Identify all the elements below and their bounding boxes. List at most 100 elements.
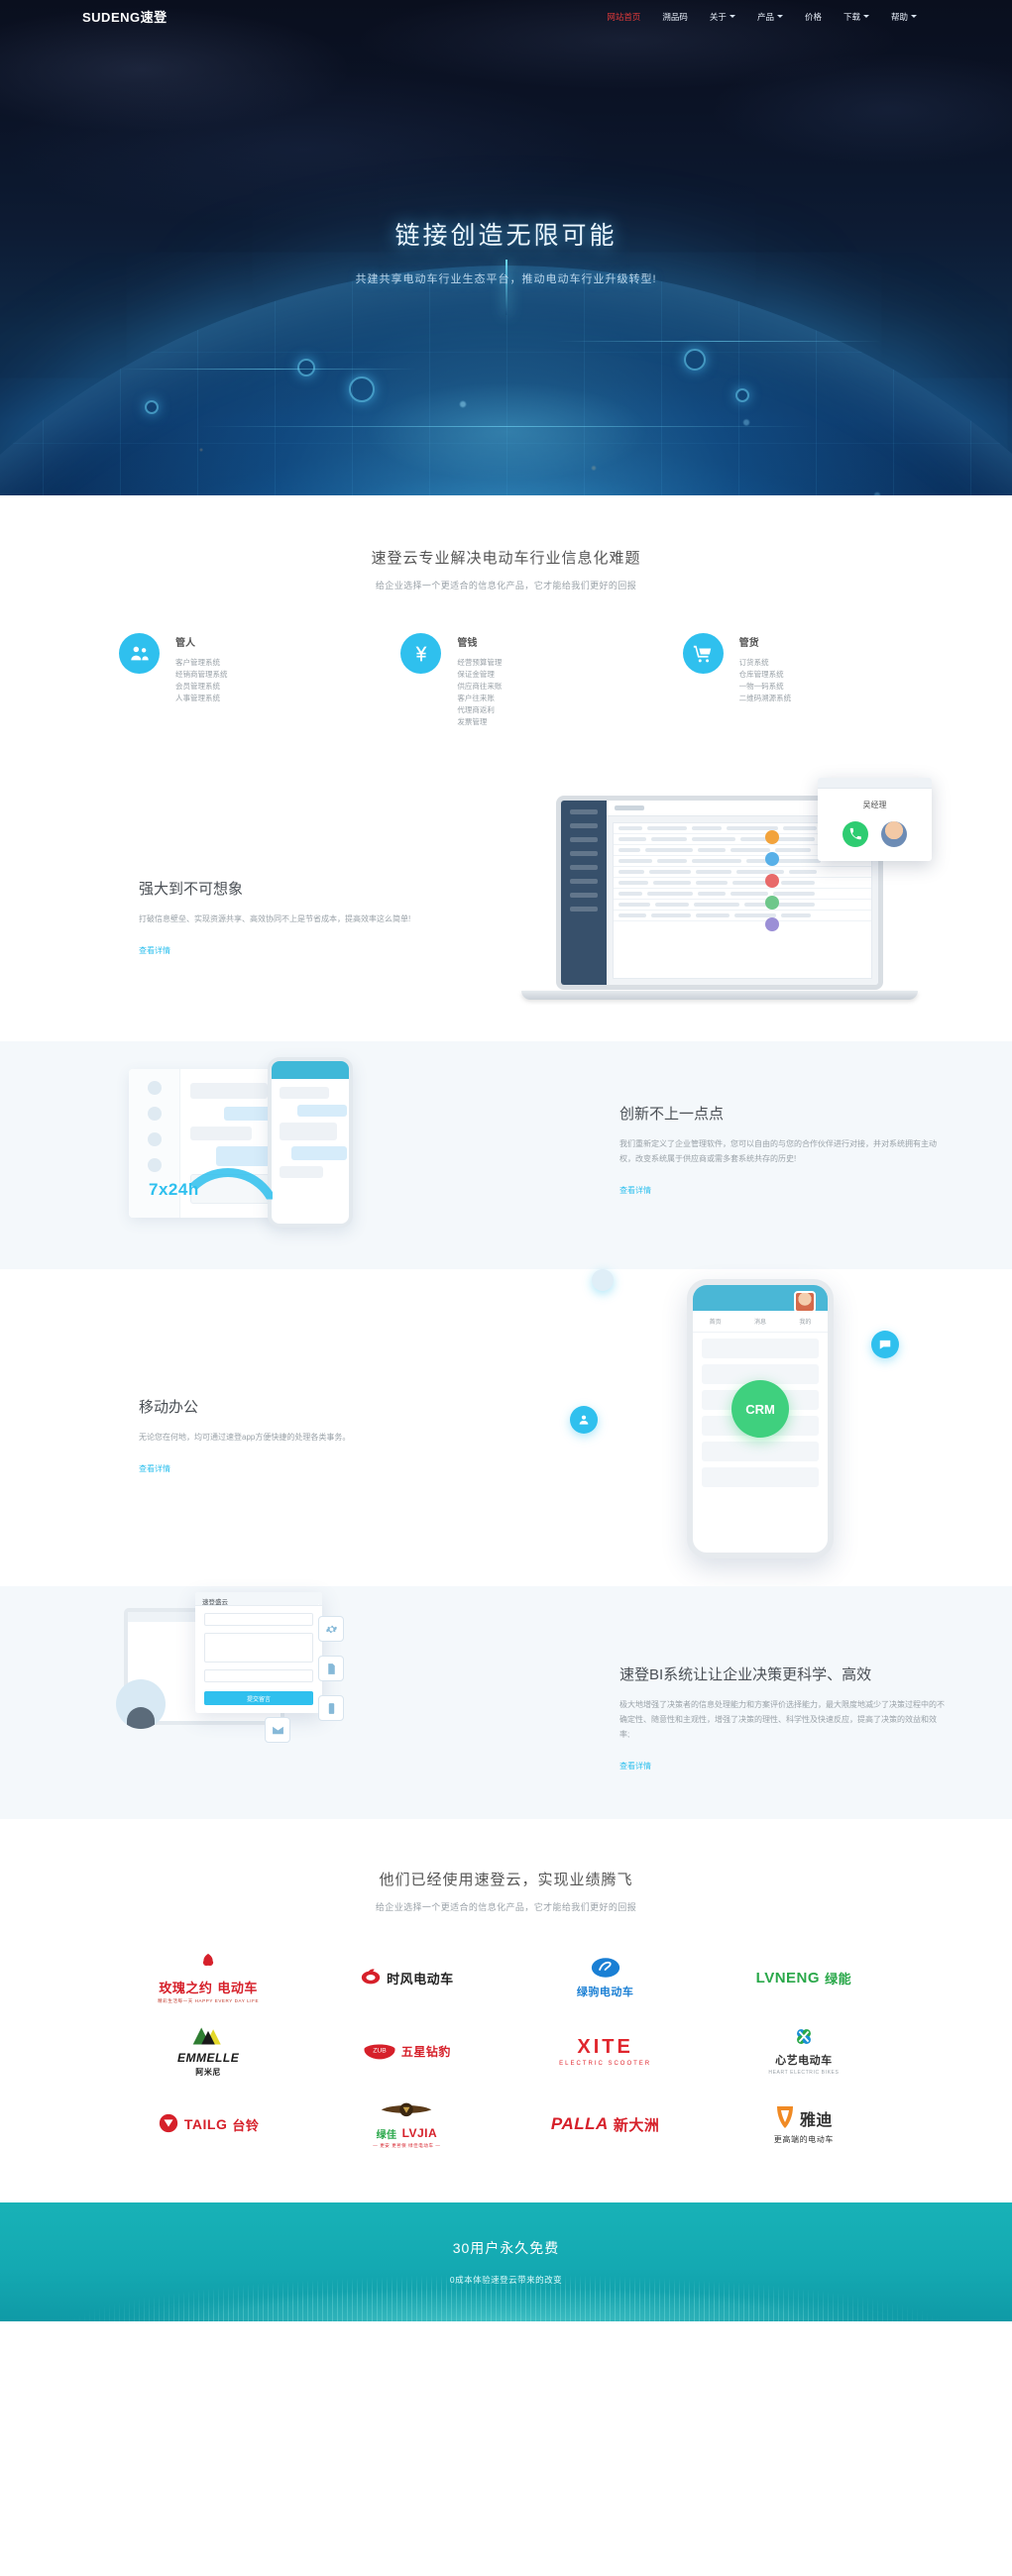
table-row	[614, 900, 871, 911]
view-details-link[interactable]: 查看详情	[139, 1463, 170, 1474]
logo-accent: 绿佳	[376, 2129, 397, 2141]
client-logo-grid: 玫瑰之约 电动车 精彩生活每一天 HAPPY EVERY DAY LIFE 时风…	[0, 1913, 1012, 2161]
list-item[interactable]: 仓库管理系统	[739, 669, 792, 681]
list-item[interactable]	[702, 1467, 819, 1487]
submit-button[interactable]: 提交留言	[204, 1691, 313, 1705]
feature-title: 管人	[175, 638, 195, 649]
logo-main: 绿驹电动车	[576, 1986, 634, 1998]
shield-icon: ZUB	[364, 2044, 395, 2060]
showcase-title: 创新不上一点点	[619, 1106, 725, 1123]
client-logo[interactable]: 绿佳 LVJIA — 更安 更환保 绿佳电动车 —	[307, 2088, 506, 2161]
nav-item-traceability-code[interactable]: 溯品码	[651, 11, 699, 23]
list-item[interactable]: 人事管理系统	[175, 693, 228, 704]
list-item[interactable]: 保证金管理	[457, 669, 502, 681]
nav-item-pricing[interactable]: 价格	[794, 11, 833, 23]
chat-bubble	[297, 1105, 347, 1117]
user-icon-bubble	[570, 1406, 598, 1434]
showcase-title: 速登BI系统让让企业决策更科学、高效	[619, 1666, 872, 1683]
logo-main: TAILG	[183, 2116, 228, 2132]
list-item[interactable]: 发票管理	[457, 716, 502, 728]
cell	[696, 913, 730, 917]
lvju-icon	[591, 1958, 619, 1978]
feature-manage-people[interactable]: 管人 客户管理系统 经销商管理系统 会员管理系统 人事管理系统	[119, 633, 329, 728]
message-field[interactable]	[204, 1633, 313, 1663]
mail-icon	[265, 1717, 290, 1743]
main-navigation: SUDENG速登 网站首页 溯品码 关于 产品 价格 下载 帮助	[0, 0, 1012, 33]
feature-manage-money[interactable]: 管钱 经营预算管理 保证金管理 供应商往来账 客户往来账 代理商返利 发票管理	[400, 633, 611, 728]
list-item[interactable]	[702, 1339, 819, 1358]
list-item[interactable]: 一物一码系统	[739, 681, 792, 693]
laptop-base	[521, 991, 918, 1000]
chat-icon	[879, 1340, 891, 1349]
cell	[731, 892, 768, 896]
chat-mockup: 7x24h	[129, 1057, 353, 1228]
brand-logo[interactable]: SUDENG速登	[82, 7, 168, 26]
client-logo[interactable]: PALLA 新大洲	[506, 2088, 705, 2161]
list-item[interactable]: 会员管理系统	[175, 681, 228, 693]
view-details-link[interactable]: 查看详情	[619, 1185, 651, 1196]
showcase-text: 速登BI系统让让企业决策更科学、高效 极大地增强了决策者的信息处理能力和方案评价…	[619, 1664, 947, 1773]
avatar-body	[127, 1707, 155, 1729]
nav-label: 产品	[756, 11, 774, 22]
client-logo[interactable]: TAILG 台铃	[109, 2088, 307, 2161]
showcase-bi-system: 速登盛云 提交留言 速登BI系统让让企业决策更科学、高效 极大地增强了决策者的信…	[0, 1586, 1012, 1819]
avatar	[765, 896, 779, 910]
client-logo[interactable]: LVNENG 绿能	[705, 1941, 903, 2014]
sidebar-row	[570, 879, 598, 884]
list-item[interactable]: 客户管理系统	[175, 657, 228, 669]
phone-header	[272, 1061, 349, 1079]
client-logo[interactable]: XITE ELECTRIC SCOOTER	[506, 2014, 705, 2088]
tab-messages[interactable]: 消息	[737, 1311, 782, 1332]
cell	[736, 870, 784, 874]
nav-item-about[interactable]: 关于	[699, 11, 746, 23]
cta-subtitle: 0成本体验速登云带来的改变	[449, 2275, 563, 2285]
list-item[interactable]: 经销商管理系统	[175, 669, 228, 681]
tab-home[interactable]: 首页	[693, 1311, 737, 1332]
form-header: 速登盛云	[195, 1592, 322, 1606]
list-item[interactable]: 供应商往来账	[457, 681, 502, 693]
logo-wordmark: 绿佳 LVJIA	[377, 2126, 438, 2141]
client-logo[interactable]: 玫瑰之约 电动车 精彩生活每一天 HAPPY EVERY DAY LIFE	[109, 1941, 307, 2014]
nav-item-products[interactable]: 产品	[746, 11, 794, 23]
cell	[618, 903, 650, 907]
cell	[694, 903, 739, 907]
list-item[interactable]: 订货系统	[739, 657, 792, 669]
view-details-link[interactable]: 查看详情	[619, 1761, 651, 1771]
hero-content: 链接创造无限可能 共建共享电动车行业生态平台，推动电动车行业升级转型!	[0, 216, 1012, 286]
list-item[interactable]: 二维码溯源系统	[739, 693, 792, 704]
list-item[interactable]: 经营预算管理	[457, 657, 502, 669]
name-field[interactable]	[204, 1613, 313, 1626]
tailg-icon	[159, 2113, 178, 2133]
nav-item-download[interactable]: 下载	[833, 11, 880, 23]
phone-header	[693, 1285, 828, 1313]
nav-item-home[interactable]: 网站首页	[596, 11, 651, 23]
logo-accent: 电动车	[217, 1980, 258, 1995]
phone-mockup-large: 首页 消息 我的 CRM	[687, 1279, 834, 1558]
client-logo[interactable]: ZUB 五星钻豹	[307, 2014, 506, 2088]
feature-body: 管货 订货系统 仓库管理系统 一物一码系统 二维码溯源系统	[739, 633, 792, 728]
list-item[interactable]: 代理商返利	[457, 704, 502, 716]
client-logo[interactable]: 绿驹电动车	[506, 1941, 705, 2014]
feature-body: 管钱 经营预算管理 保证金管理 供应商往来账 客户往来账 代理商返利 发票管理	[457, 633, 502, 728]
features-title: 速登云专业解决电动车行业信息化难题	[371, 550, 641, 567]
list-item[interactable]: 客户往来账	[457, 693, 502, 704]
toolbar-chip	[615, 805, 644, 810]
client-logo[interactable]: 雅迪 更高端的电动车	[705, 2088, 903, 2161]
showcase-title: 强大到不可想象	[139, 880, 244, 898]
chat-bubble	[291, 1146, 347, 1160]
view-details-link[interactable]: 查看详情	[139, 945, 170, 956]
tab-profile[interactable]: 我的	[783, 1311, 828, 1332]
cell	[618, 892, 642, 896]
contact-field[interactable]	[204, 1669, 313, 1682]
wing-icon	[382, 2102, 432, 2116]
client-logo[interactable]: 心艺电动车 HEART ELECTRIC BIKES	[705, 2014, 903, 2088]
nav-item-help[interactable]: 帮助	[880, 11, 928, 23]
feature-manage-goods[interactable]: 管货 订货系统 仓库管理系统 一物一码系统 二维码溯源系统	[682, 633, 893, 728]
mobile-icon	[318, 1695, 344, 1721]
cell	[775, 837, 815, 841]
answer-call-button[interactable]	[843, 821, 868, 847]
client-logo[interactable]: EMMELLE 阿米尼	[109, 2014, 307, 2088]
client-logo[interactable]: 时风电动车	[307, 1941, 506, 2014]
list-item[interactable]	[702, 1442, 819, 1461]
logo-main: 时风电动车	[387, 1971, 454, 1986]
